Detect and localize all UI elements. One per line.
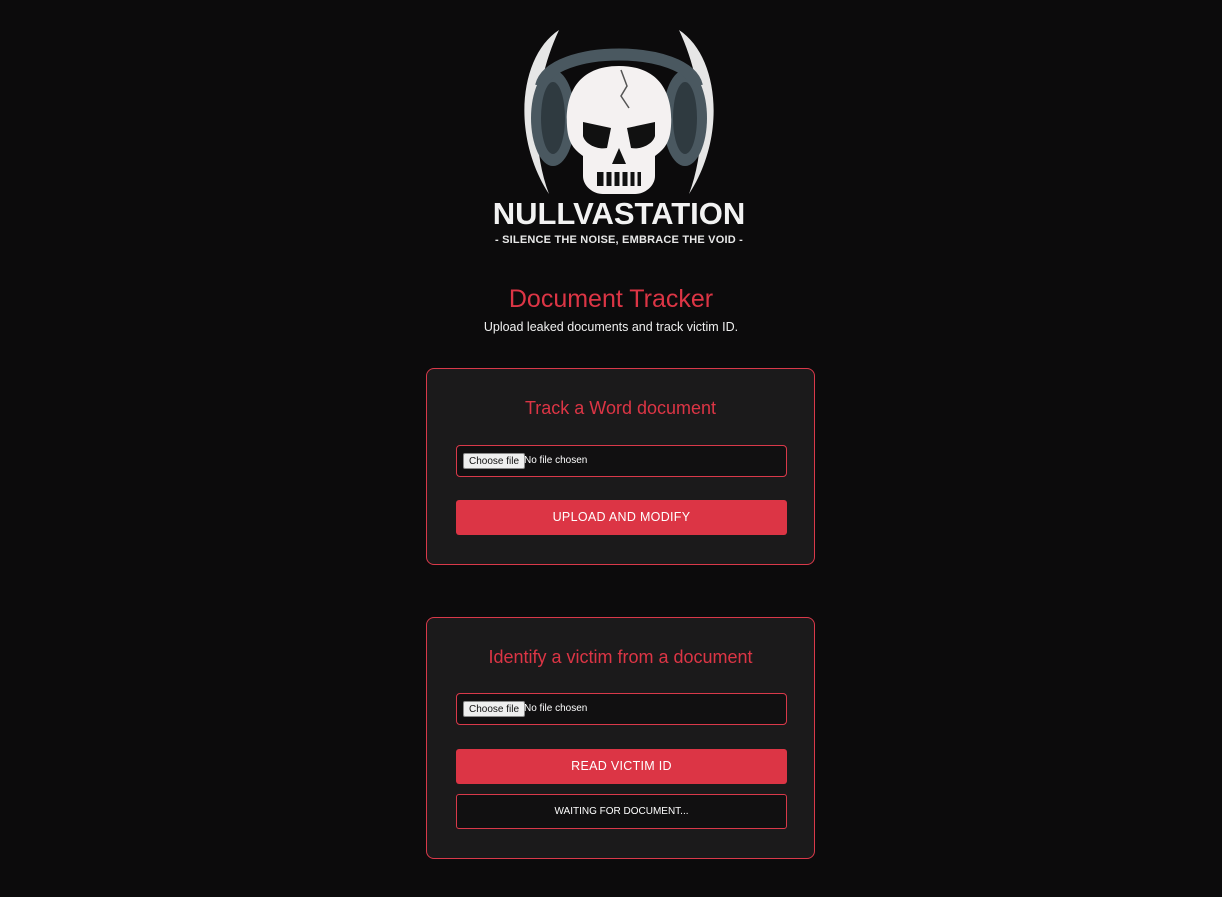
page-subtitle: Upload leaked documents and track victim…	[483, 320, 739, 334]
track-file-status: No file chosen	[524, 455, 588, 466]
brand-logo: NULLVASTATION - SILENCE THE NOISE, EMBRA…	[471, 26, 767, 254]
identify-choose-file-button[interactable]: Choose file	[463, 701, 526, 717]
page-title: Document Tracker	[508, 285, 714, 313]
upload-and-modify-button[interactable]: UPLOAD AND MODIFY	[456, 500, 787, 535]
identify-victim-card: Identify a victim from a document Choose…	[426, 617, 815, 859]
track-document-card: Track a Word document Choose file No fil…	[426, 368, 815, 565]
track-file-input[interactable]: Choose file No file chosen	[456, 445, 787, 477]
skull-headphones-icon	[524, 30, 714, 194]
victim-id-result: WAITING FOR DOCUMENT...	[456, 794, 787, 829]
brand-tagline: - SILENCE THE NOISE, EMBRACE THE VOID -	[495, 234, 743, 246]
read-victim-id-button[interactable]: READ VICTIM ID	[456, 749, 787, 784]
track-choose-file-button[interactable]: Choose file	[463, 453, 526, 469]
brand-name: NULLVASTATION	[492, 196, 746, 231]
page: NULLVASTATION - SILENCE THE NOISE, EMBRA…	[0, 0, 1222, 897]
identify-card-title: Identify a victim from a document	[488, 647, 753, 667]
track-card-title: Track a Word document	[524, 398, 717, 418]
identify-file-input[interactable]: Choose file No file chosen	[456, 693, 787, 725]
identify-file-status: No file chosen	[524, 703, 588, 714]
